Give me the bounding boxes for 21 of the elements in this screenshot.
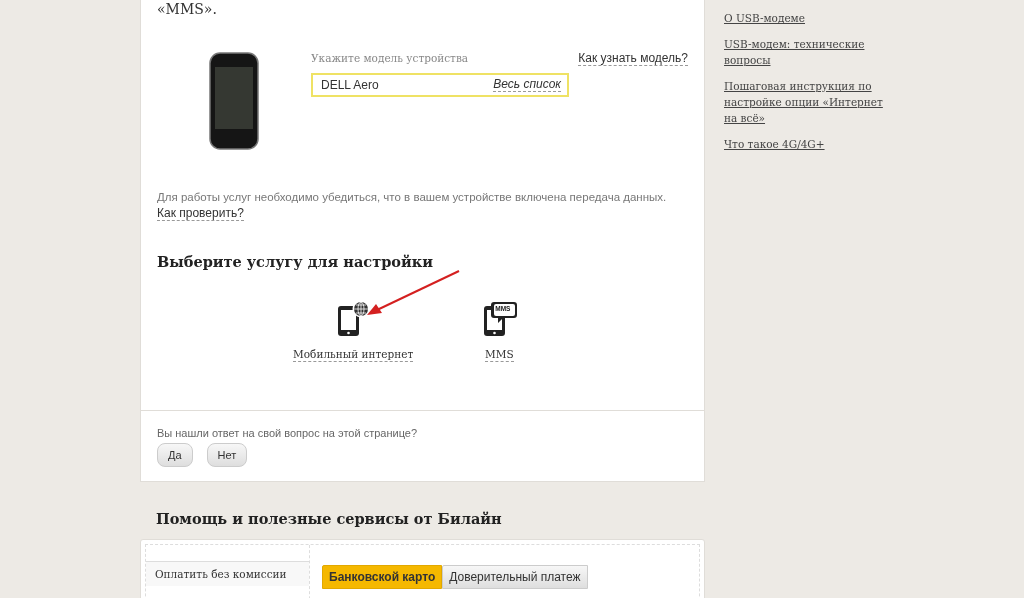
sidebar-link[interactable]: Что такое 4G/4G+ (724, 136, 894, 152)
sidebar-link[interactable]: Пошаговая инструкция по настройке опции «Интернет на всё» (724, 78, 894, 126)
help-heading: Помощь и полезные сервисы от Билайн (156, 510, 503, 527)
service-link[interactable]: MMS (484, 348, 514, 362)
payment-tab[interactable]: Банковской карто (322, 565, 443, 589)
list-link[interactable]: Весь список (493, 78, 561, 92)
service-link[interactable]: Мобильный интернет (293, 348, 414, 362)
feedback-question: Вы нашли ответ на свой вопрос на этой странице? (157, 427, 419, 439)
model-field[interactable]: DELL Aero Весь список (311, 73, 569, 97)
check-link[interactable]: Как проверить? (157, 207, 244, 221)
menu-item[interactable]: Оплатить без комиссии (146, 561, 309, 586)
services-heading: Выберите услугу для настройки (157, 253, 434, 270)
help-link[interactable]: Как узнать модель? (578, 52, 688, 66)
data-note: Для работы услуг необходимо убедиться, что в вашем устройстве включена передача данных. (157, 191, 668, 203)
field-label: Укажите модель устройства (311, 52, 469, 64)
sidebar-link[interactable]: USB-модем: технические вопросы (724, 36, 894, 68)
sidebar-link[interactable]: О USB-модеме (724, 10, 894, 26)
answer-button[interactable]: Нет (206, 443, 248, 467)
answer-button[interactable]: Да (157, 443, 193, 467)
payment-tab[interactable]: Доверительный платеж (442, 565, 588, 589)
intro-text: «MMS». (156, 2, 217, 16)
